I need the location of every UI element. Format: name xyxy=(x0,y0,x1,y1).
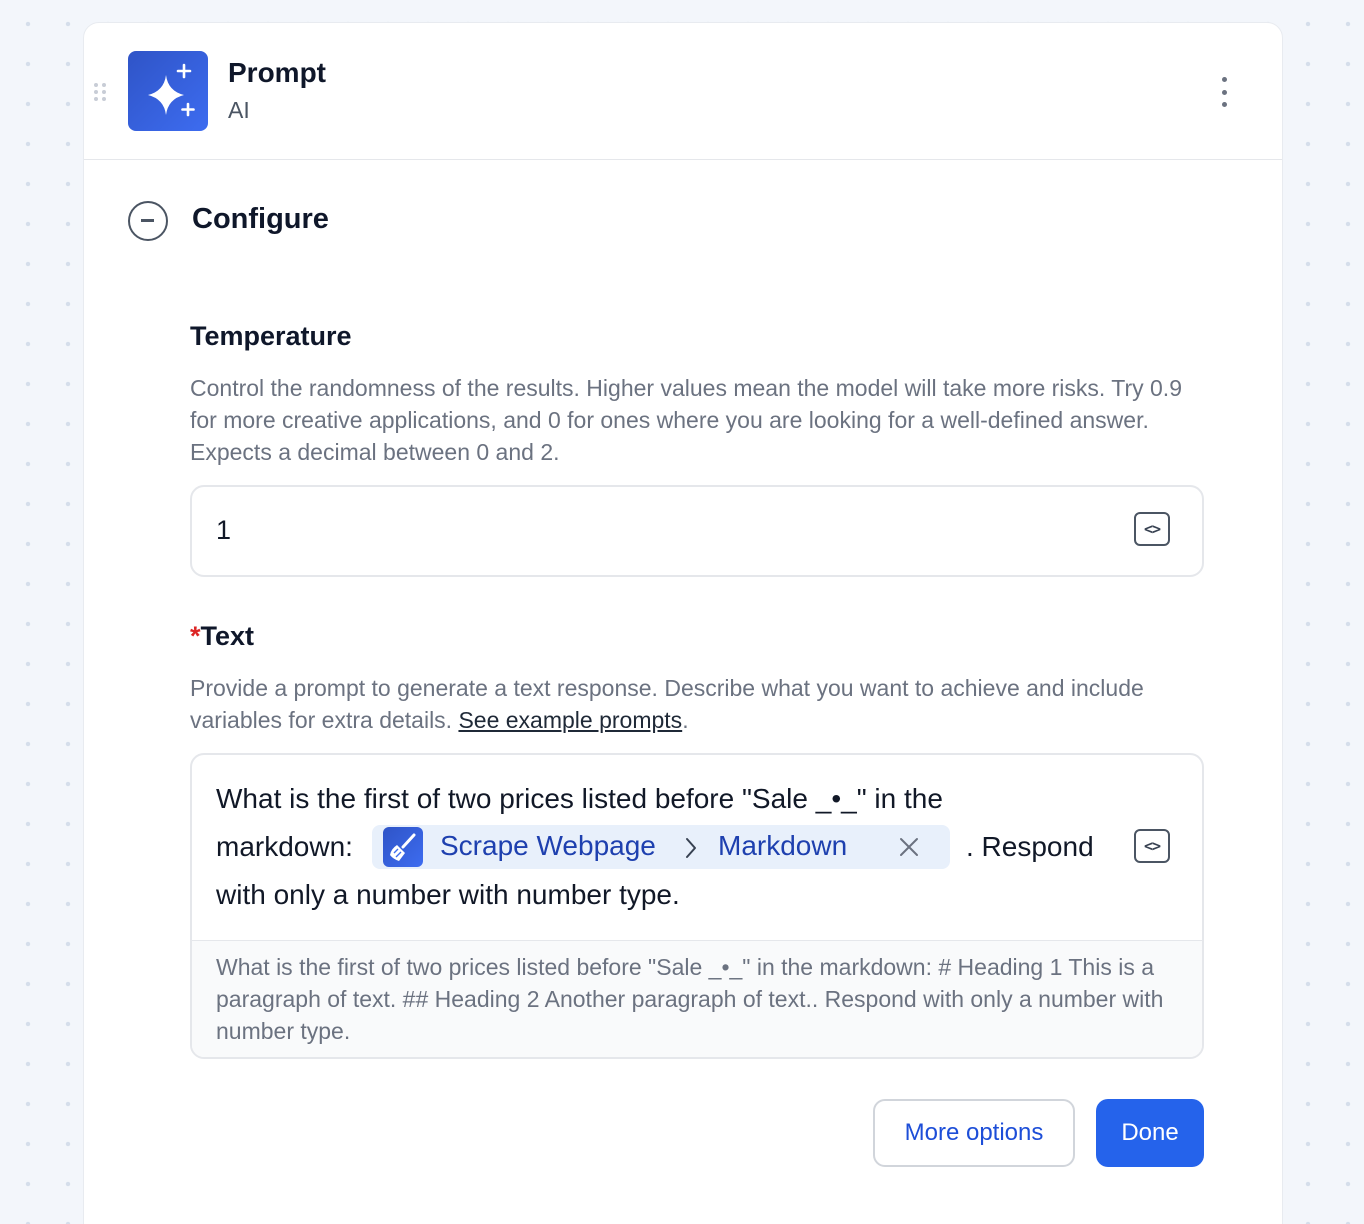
step-subtitle: AI xyxy=(228,97,250,123)
prompt-preview-text: What is the first of two prices listed b… xyxy=(216,954,1164,1044)
prompt-line-3: with only a number with number type. xyxy=(216,879,680,910)
collapse-circle-icon[interactable] xyxy=(128,201,168,241)
prompt-input[interactable]: What is the first of two prices listed b… xyxy=(192,755,1202,941)
prompt-line-2-prefix: markdown: xyxy=(216,831,353,862)
remove-variable-icon[interactable] xyxy=(898,836,920,863)
temperature-input[interactable]: 1 <> xyxy=(190,485,1204,577)
text-description: Provide a prompt to generate a text resp… xyxy=(190,672,1190,736)
more-options-button[interactable]: More options xyxy=(873,1099,1075,1167)
sparkles-icon xyxy=(128,51,208,131)
temperature-description: Control the randomness of the results. H… xyxy=(190,375,1182,465)
required-mark: * xyxy=(190,621,201,651)
done-button[interactable]: Done xyxy=(1096,1099,1204,1167)
section-title: Configure xyxy=(192,203,329,235)
temperature-value[interactable]: 1 xyxy=(216,515,231,546)
step-card: Prompt AI Configure Temperature Control … xyxy=(83,22,1283,1224)
broom-icon xyxy=(383,827,423,867)
chip-source: Scrape Webpage xyxy=(440,830,656,861)
chip-field: Markdown xyxy=(718,830,848,861)
more-menu-icon[interactable] xyxy=(1210,77,1238,107)
text-description-end: . xyxy=(682,707,689,733)
variable-chip[interactable]: Scrape Webpage Markdown xyxy=(372,825,950,869)
code-toggle-icon[interactable]: <> xyxy=(1134,829,1170,863)
text-label-text: Text xyxy=(200,621,255,651)
card-header: Prompt AI xyxy=(84,23,1282,160)
text-label: *Text xyxy=(190,621,254,652)
step-title: Prompt xyxy=(228,57,326,88)
prompt-editor[interactable]: What is the first of two prices listed b… xyxy=(190,753,1204,1059)
prompt-line-1: What is the first of two prices listed b… xyxy=(216,783,943,814)
prompt-line-2-suffix: . Respond xyxy=(966,831,1094,862)
chevron-right-icon xyxy=(684,837,698,864)
example-prompts-link[interactable]: See example prompts xyxy=(458,707,682,733)
drag-handle-icon[interactable] xyxy=(94,83,106,101)
code-toggle-icon[interactable]: <> xyxy=(1134,512,1170,546)
temperature-label: Temperature xyxy=(190,321,352,351)
prompt-preview: What is the first of two prices listed b… xyxy=(192,941,1202,1057)
